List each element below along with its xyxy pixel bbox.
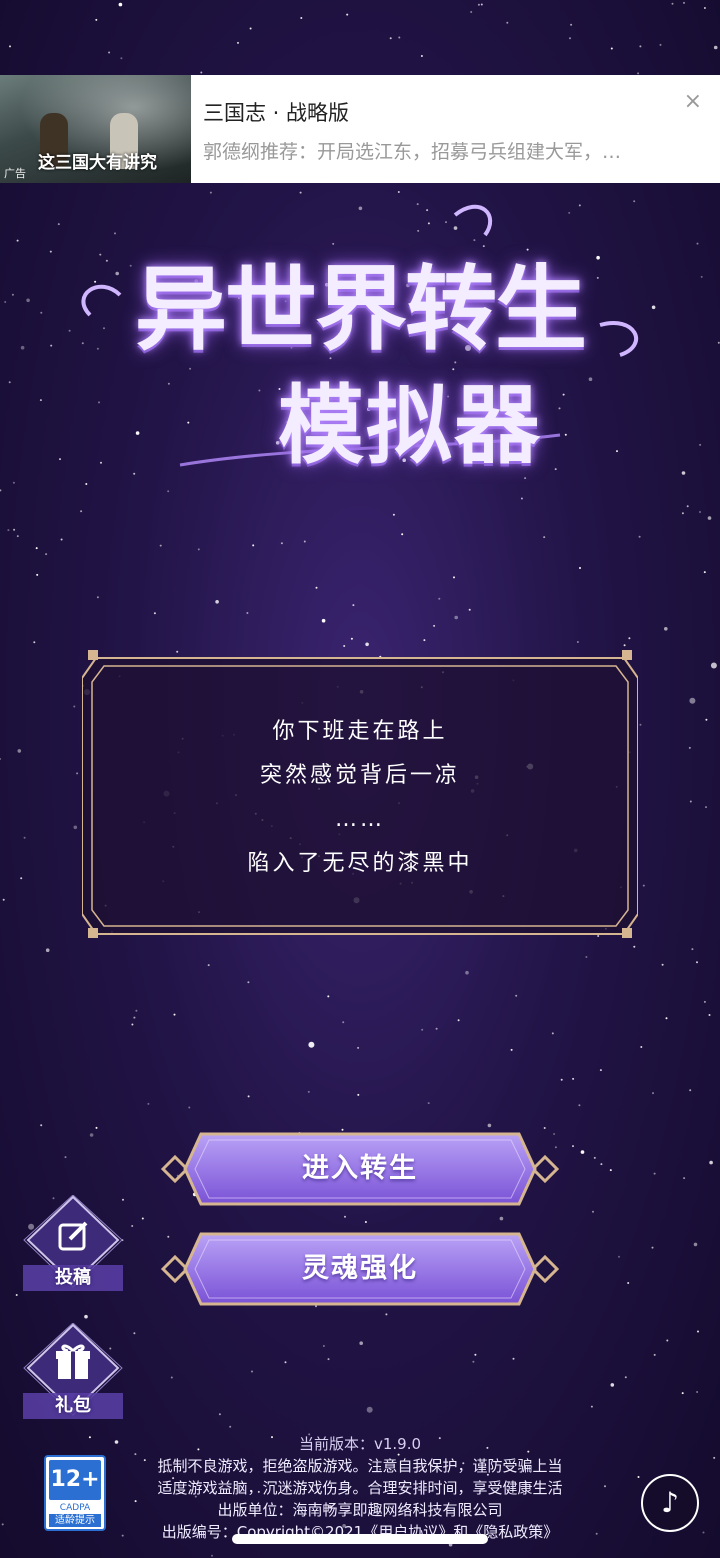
story-line: 陷入了无尽的漆黑中 <box>247 851 473 876</box>
soul-enhance-button[interactable]: 灵魂强化 <box>155 1230 565 1308</box>
story-panel: 你下班走在路上 突然感觉背后一凉 …… 陷入了无尽的漆黑中 <box>82 648 638 944</box>
footer-notice-2: 适度游戏益脑，沉迷游戏伤身。合理安排时间，享受健康生活 <box>157 1479 563 1497</box>
ad-label: 广告 <box>4 167 26 180</box>
enter-reincarnation-label[interactable]: 进入转生 <box>155 1130 565 1208</box>
gift-label[interactable]: 礼包 <box>18 1391 128 1417</box>
ad-banner[interactable]: 这三国大有讲究 广告 三国志 · 战略版 郭德纲推荐：开局选江东，招募弓兵组建大… <box>0 75 720 183</box>
ad-description[interactable]: 郭德纲推荐：开局选江东，招募弓兵组建大军，… <box>203 137 673 164</box>
close-icon[interactable]: × <box>684 89 702 114</box>
footer-notice-1: 抵制不良游戏，拒绝盗版游戏。注意自我保护，谨防受骗上当 <box>157 1457 563 1475</box>
game-logo: 异世界转生 模拟器 <box>60 195 660 505</box>
age-rating-badge: 12+ CADPA 适龄提示 <box>44 1455 106 1531</box>
home-indicator <box>232 1534 488 1544</box>
ad-image[interactable]: 这三国大有讲究 广告 <box>0 75 191 183</box>
story-line: …… <box>335 807 385 832</box>
story-line: 你下班走在路上 <box>272 719 448 744</box>
age-rating: 12+ <box>49 1460 101 1500</box>
story-text: 你下班走在路上 突然感觉背后一凉 …… 陷入了无尽的漆黑中 <box>82 710 638 886</box>
footer: 当前版本：v1.9.0 抵制不良游戏，拒绝盗版游戏。注意自我保护，谨防受骗上当 … <box>110 1433 610 1543</box>
submit-button[interactable]: 投稿 <box>18 1195 128 1295</box>
gift-button[interactable]: 礼包 <box>18 1323 128 1423</box>
submit-label[interactable]: 投稿 <box>18 1263 128 1289</box>
logo-line-1: 异世界转生 <box>134 255 587 363</box>
gift-icon <box>56 1344 90 1379</box>
soul-enhance-label[interactable]: 灵魂强化 <box>155 1230 565 1308</box>
age-rating-org: CADPA <box>59 1503 91 1513</box>
enter-reincarnation-button[interactable]: 进入转生 <box>155 1130 565 1208</box>
ad-title[interactable]: 三国志 · 战略版 <box>203 97 720 127</box>
music-toggle-button[interactable]: ♪ <box>641 1474 699 1532</box>
age-rating-tip: 适龄提示 <box>49 1514 101 1527</box>
ad-image-title: 这三国大有讲究 <box>38 153 157 173</box>
version-text: 当前版本：v1.9.0 <box>298 1435 422 1453</box>
music-note-icon: ♪ <box>661 1486 679 1519</box>
publisher-text: 出版单位：海南畅享即趣网络科技有限公司 <box>217 1501 503 1519</box>
story-line: 突然感觉背后一凉 <box>259 763 460 788</box>
logo-line-2: 模拟器 <box>278 375 542 476</box>
